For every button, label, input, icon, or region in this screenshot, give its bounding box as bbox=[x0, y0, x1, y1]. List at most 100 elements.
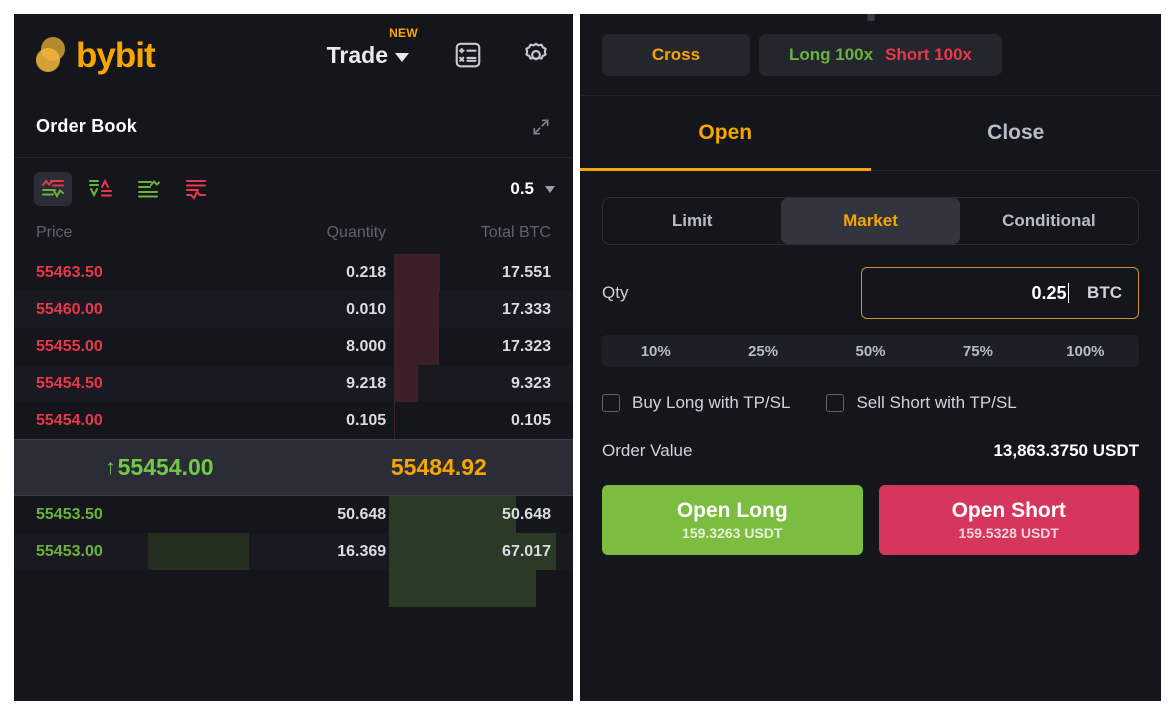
leverage-button[interactable]: Long 100x Short 100x bbox=[759, 34, 1002, 76]
ask-total: 17.551 bbox=[386, 264, 551, 282]
bid-total: 50.648 bbox=[386, 506, 551, 524]
ask-quantity: 0.105 bbox=[221, 412, 386, 430]
order-book-title: Order Book bbox=[36, 116, 137, 137]
order-book-filters bbox=[34, 172, 216, 206]
ask-quantity: 0.010 bbox=[221, 301, 386, 319]
gear-icon[interactable] bbox=[521, 40, 551, 70]
quantity-label: Qty bbox=[602, 283, 628, 303]
split-view-icon[interactable] bbox=[82, 172, 120, 206]
percent-option-100[interactable]: 100% bbox=[1032, 335, 1139, 367]
ask-total: 0.105 bbox=[386, 412, 551, 430]
sell-short-tpsl-label: Sell Short with TP/SL bbox=[856, 393, 1016, 413]
ask-total: 9.323 bbox=[386, 375, 551, 393]
ask-quantity: 9.218 bbox=[221, 375, 386, 393]
open-short-button[interactable]: Open Short 159.5328 USDT bbox=[879, 485, 1140, 555]
order-type-market[interactable]: Market bbox=[781, 198, 959, 244]
ask-row[interactable]: 55460.000.01017.333 bbox=[14, 291, 573, 328]
ask-row[interactable]: 55454.000.1050.105 bbox=[14, 402, 573, 439]
bid-total: 67.017 bbox=[386, 543, 551, 561]
ask-quantity: 0.218 bbox=[221, 264, 386, 282]
percent-option-10[interactable]: 10% bbox=[602, 335, 709, 367]
tab-open[interactable]: Open bbox=[580, 96, 871, 170]
sell-short-tpsl-checkbox-item[interactable]: Sell Short with TP/SL bbox=[826, 393, 1016, 413]
buy-long-tpsl-label: Buy Long with TP/SL bbox=[632, 393, 790, 413]
column-header-price: Price bbox=[36, 224, 221, 242]
open-short-subtitle: 159.5328 USDT bbox=[959, 525, 1059, 541]
column-header-quantity: Quantity bbox=[221, 224, 386, 242]
ask-price: 55454.50 bbox=[36, 375, 221, 393]
both-sides-view-icon[interactable] bbox=[34, 172, 72, 206]
order-type-limit[interactable]: Limit bbox=[603, 198, 781, 244]
tpsl-row: Buy Long with TP/SL Sell Short with TP/S… bbox=[580, 367, 1161, 413]
order-type-conditional[interactable]: Conditional bbox=[960, 198, 1138, 244]
new-badge: NEW bbox=[389, 26, 418, 40]
margin-mode-button[interactable]: Cross bbox=[602, 34, 750, 76]
chevron-down-icon bbox=[545, 186, 555, 193]
ask-quantity: 8.000 bbox=[221, 338, 386, 356]
index-price-value: 55484.92 bbox=[305, 454, 573, 481]
ask-row[interactable]: 55463.500.21817.551 bbox=[14, 254, 573, 291]
order-book-toolbar: 0.5 bbox=[14, 158, 573, 220]
bybit-logo-mark bbox=[36, 37, 70, 73]
open-long-title: Open Long bbox=[677, 499, 788, 523]
bid-quantity: 50.648 bbox=[221, 506, 386, 524]
order-type-selector: Limit Market Conditional bbox=[602, 197, 1139, 245]
order-actions: Open Long 159.3263 USDT Open Short 159.5… bbox=[580, 461, 1161, 555]
checkbox-icon[interactable] bbox=[602, 394, 620, 412]
order-book-header: Order Book bbox=[14, 96, 573, 158]
bid-quantity: 16.369 bbox=[221, 543, 386, 561]
ask-row[interactable]: 55454.509.2189.323 bbox=[14, 365, 573, 402]
margin-leverage-row: Cross Long 100x Short 100x bbox=[580, 14, 1161, 96]
percent-wrap: 10%25%50%75%100% bbox=[580, 319, 1161, 367]
open-close-tabs: Open Close bbox=[580, 96, 1161, 171]
quantity-row: Qty 0.25 BTC bbox=[580, 245, 1161, 319]
text-cursor bbox=[1068, 283, 1070, 303]
ask-total: 17.323 bbox=[386, 338, 551, 356]
quantity-input-wrap[interactable]: 0.25 bbox=[878, 283, 1069, 304]
order-value-amount: 13,863.3750 USDT bbox=[993, 441, 1139, 461]
quantity-unit: BTC bbox=[1087, 283, 1122, 303]
bids-only-view-icon[interactable] bbox=[130, 172, 168, 206]
expand-icon[interactable] bbox=[531, 117, 551, 137]
precision-value: 0.5 bbox=[510, 179, 534, 199]
bid-price: 55453.50 bbox=[36, 506, 221, 524]
order-book-column-headers: Price Quantity Total BTC bbox=[14, 220, 573, 254]
ask-price: 55463.50 bbox=[36, 264, 221, 282]
bid-row[interactable]: 55453.0016.36967.017 bbox=[14, 533, 573, 570]
leverage-short-label: Short 100x bbox=[885, 45, 972, 65]
last-price-value: 55454.00 bbox=[118, 454, 214, 481]
bid-row[interactable]: 55453.5050.64850.648 bbox=[14, 496, 573, 533]
leverage-long-label: Long 100x bbox=[789, 45, 873, 65]
tab-close[interactable]: Close bbox=[871, 96, 1162, 170]
quantity-input[interactable]: 0.25 bbox=[1032, 283, 1067, 304]
price-up-arrow-icon: ↑ bbox=[105, 457, 116, 478]
order-value-label: Order Value bbox=[602, 441, 692, 461]
percent-option-25[interactable]: 25% bbox=[709, 335, 816, 367]
quantity-field[interactable]: 0.25 BTC bbox=[861, 267, 1139, 319]
ask-total: 17.333 bbox=[386, 301, 551, 319]
bid-rows: 55453.5050.64850.64855453.0016.36967.017 bbox=[14, 496, 573, 607]
ask-price: 55454.00 bbox=[36, 412, 221, 430]
chevron-down-icon bbox=[395, 53, 409, 62]
open-long-button[interactable]: Open Long 159.3263 USDT bbox=[602, 485, 863, 555]
open-long-subtitle: 159.3263 USDT bbox=[682, 525, 782, 541]
panel-notch bbox=[867, 14, 874, 21]
percent-option-50[interactable]: 50% bbox=[817, 335, 924, 367]
order-book-panel: bybit Trade NEW bbox=[14, 14, 573, 701]
calculator-icon[interactable] bbox=[453, 40, 483, 70]
percent-option-75[interactable]: 75% bbox=[924, 335, 1031, 367]
asks-only-view-icon[interactable] bbox=[178, 172, 216, 206]
bybit-logo-text: bybit bbox=[76, 38, 155, 73]
ask-rows: 55463.500.21817.55155460.000.01017.33355… bbox=[14, 254, 573, 439]
bid-row[interactable] bbox=[14, 570, 573, 607]
trade-menu[interactable]: Trade NEW bbox=[327, 42, 409, 69]
column-header-total: Total BTC bbox=[386, 224, 551, 242]
bybit-logo[interactable]: bybit bbox=[36, 37, 155, 73]
app-screenshot: bybit Trade NEW bbox=[0, 0, 1175, 715]
checkbox-icon[interactable] bbox=[826, 394, 844, 412]
precision-selector[interactable]: 0.5 bbox=[510, 179, 555, 199]
ask-row[interactable]: 55455.008.00017.323 bbox=[14, 328, 573, 365]
order-type-wrap: Limit Market Conditional bbox=[580, 171, 1161, 245]
buy-long-tpsl-checkbox-item[interactable]: Buy Long with TP/SL bbox=[602, 393, 790, 413]
last-price: ↑ 55454.00 bbox=[14, 454, 305, 481]
